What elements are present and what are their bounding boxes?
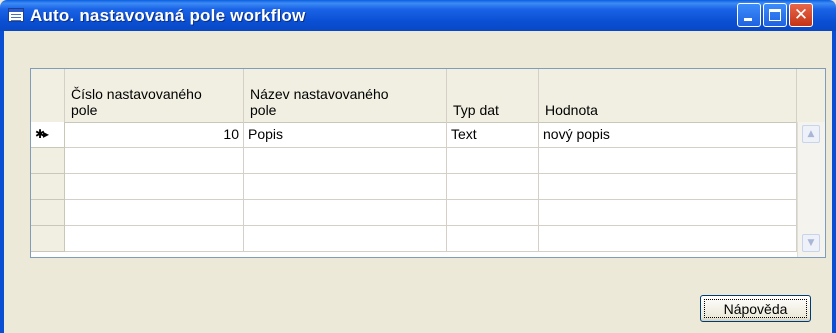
cell-field-name[interactable] [244, 148, 447, 174]
cell-field-name[interactable] [244, 226, 447, 252]
window-border-right [832, 31, 836, 333]
cell-field-name[interactable] [244, 174, 447, 200]
help-button-label: Nápověda [723, 301, 788, 317]
form-icon [8, 8, 24, 22]
column-header-line1: Název nastavovaného [250, 86, 389, 102]
maximize-button[interactable] [763, 3, 787, 27]
cell-value[interactable] [539, 148, 797, 174]
cell-field-number[interactable] [65, 226, 244, 252]
window-title: Auto. nastavovaná pole workflow [30, 6, 306, 25]
cell-field-number[interactable] [65, 174, 244, 200]
column-header-line2: Hodnota [545, 102, 598, 118]
table-row[interactable] [65, 148, 825, 174]
scroll-down-icon[interactable]: ▼ [802, 234, 820, 252]
close-icon: ✕ [793, 5, 809, 25]
cell-data-type[interactable]: Text [447, 122, 539, 148]
cell-field-number[interactable] [65, 200, 244, 226]
column-header-field-number[interactable]: Číslo nastavovaného pole [65, 69, 244, 122]
grid-header: Číslo nastavovaného pole Název nastavova… [31, 69, 825, 123]
cell-value[interactable]: nový popis [539, 122, 797, 148]
column-header-field-name[interactable]: Název nastavovaného pole [244, 69, 447, 122]
row-selector[interactable] [31, 226, 65, 252]
window-border-left [0, 31, 4, 333]
minimize-button[interactable] [737, 3, 761, 27]
column-header-line2: Typ dat [453, 102, 499, 118]
close-button[interactable]: ✕ [789, 3, 813, 27]
cell-data-type[interactable] [447, 200, 539, 226]
column-header-line1: Číslo nastavovaného [71, 86, 202, 102]
cell-value[interactable] [539, 226, 797, 252]
scroll-up-icon[interactable]: ▲ [802, 125, 820, 143]
cell-value[interactable] [539, 200, 797, 226]
cell-field-name[interactable] [244, 200, 447, 226]
cell-data-type[interactable] [447, 226, 539, 252]
title-bar[interactable]: Auto. nastavovaná pole workflow ✕ [0, 0, 836, 31]
cell-field-number[interactable]: 10 [65, 122, 244, 148]
fields-grid[interactable]: Číslo nastavovaného pole Název nastavova… [30, 68, 826, 258]
cell-value[interactable] [539, 174, 797, 200]
table-row[interactable] [65, 174, 825, 200]
column-header-data-type[interactable]: Typ dat [447, 69, 539, 122]
vertical-scrollbar[interactable]: ▲ ▼ [797, 122, 825, 257]
row-selector[interactable]: ✱▸ [31, 122, 65, 148]
column-header-value[interactable]: Hodnota [539, 69, 797, 122]
cell-data-type[interactable] [447, 148, 539, 174]
cell-field-name[interactable]: Popis [244, 122, 447, 148]
row-selector[interactable] [31, 148, 65, 174]
cell-field-number[interactable] [65, 148, 244, 174]
maximize-icon [769, 9, 781, 21]
table-row[interactable]: 10 Popis Text nový popis [65, 122, 825, 148]
table-row[interactable] [65, 200, 825, 226]
row-selector-header [31, 69, 65, 122]
minimize-icon [744, 18, 752, 21]
new-record-icon: ✱▸ [35, 127, 49, 141]
header-corner [797, 69, 825, 122]
cell-data-type[interactable] [447, 174, 539, 200]
workflow-fields-window: Auto. nastavovaná pole workflow ✕ Číslo … [0, 0, 836, 333]
row-selector[interactable] [31, 174, 65, 200]
column-header-line2: pole [250, 102, 277, 118]
help-button[interactable]: Nápověda [700, 295, 811, 322]
column-header-line2: pole [71, 102, 98, 118]
table-row[interactable] [65, 226, 825, 252]
row-selector[interactable] [31, 200, 65, 226]
